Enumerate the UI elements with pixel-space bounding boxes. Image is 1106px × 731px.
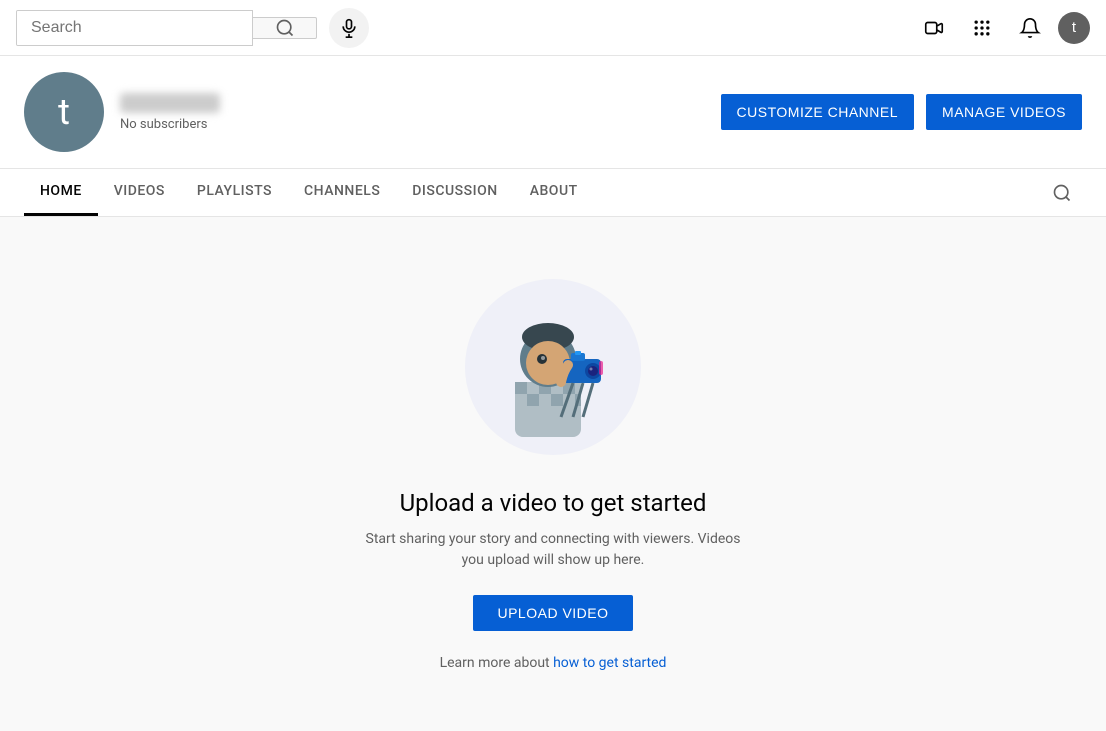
create-button[interactable] [914, 8, 954, 48]
avatar-letter: t [1072, 19, 1076, 36]
header: t [0, 0, 1106, 56]
tab-about[interactable]: ABOUT [514, 169, 594, 216]
how-to-get-started-link[interactable]: how to get started [553, 655, 666, 671]
notifications-button[interactable] [1010, 8, 1050, 48]
channel-info-bar: t No subscribers CUSTOMIZE CHANNEL MANAG… [0, 56, 1106, 168]
channel-name [120, 93, 220, 113]
empty-state-title: Upload a video to get started [400, 489, 707, 517]
bell-icon [1019, 17, 1041, 39]
cameraman-illustration [463, 277, 643, 457]
search-input-wrap [16, 10, 253, 46]
channel-meta: No subscribers [120, 93, 220, 132]
channel-header: t No subscribers CUSTOMIZE CHANNEL MANAG… [0, 56, 1106, 217]
search-bar [16, 8, 369, 48]
tab-home[interactable]: HOME [24, 169, 98, 216]
tab-videos[interactable]: VIDEOS [98, 169, 181, 216]
mic-button[interactable] [329, 8, 369, 48]
subscriber-count: No subscribers [120, 117, 220, 132]
user-avatar-button[interactable]: t [1058, 12, 1090, 44]
apps-icon [972, 18, 992, 38]
apps-button[interactable] [962, 8, 1002, 48]
manage-videos-button[interactable]: MANAGE VIDEOS [926, 94, 1082, 130]
search-button[interactable] [253, 17, 317, 39]
search-icon [1052, 183, 1072, 203]
customize-channel-button[interactable]: CUSTOMIZE CHANNEL [721, 94, 914, 130]
tab-discussion[interactable]: DISCUSSION [396, 169, 513, 216]
channel-tabs: HOME VIDEOS PLAYLISTS CHANNELS DISCUSSIO… [0, 168, 1106, 216]
mic-icon [339, 18, 359, 38]
empty-state-description: Start sharing your story and connecting … [353, 529, 753, 571]
header-left [16, 8, 369, 48]
channel-actions: CUSTOMIZE CHANNEL MANAGE VIDEOS [721, 94, 1082, 130]
tab-playlists[interactable]: PLAYLISTS [181, 169, 288, 216]
main-content: Upload a video to get started Start shar… [0, 217, 1106, 731]
upload-illustration [463, 277, 643, 457]
header-right: t [914, 8, 1090, 48]
search-input[interactable] [17, 11, 252, 45]
channel-identity: t No subscribers [24, 72, 220, 152]
channel-search-button[interactable] [1042, 173, 1082, 213]
channel-avatar: t [24, 72, 104, 152]
tab-channels[interactable]: CHANNELS [288, 169, 396, 216]
upload-video-button[interactable]: UPLOAD VIDEO [473, 595, 632, 631]
learn-more-text: Learn more about how to get started [440, 655, 667, 671]
search-icon [275, 18, 295, 38]
create-icon [923, 17, 945, 39]
